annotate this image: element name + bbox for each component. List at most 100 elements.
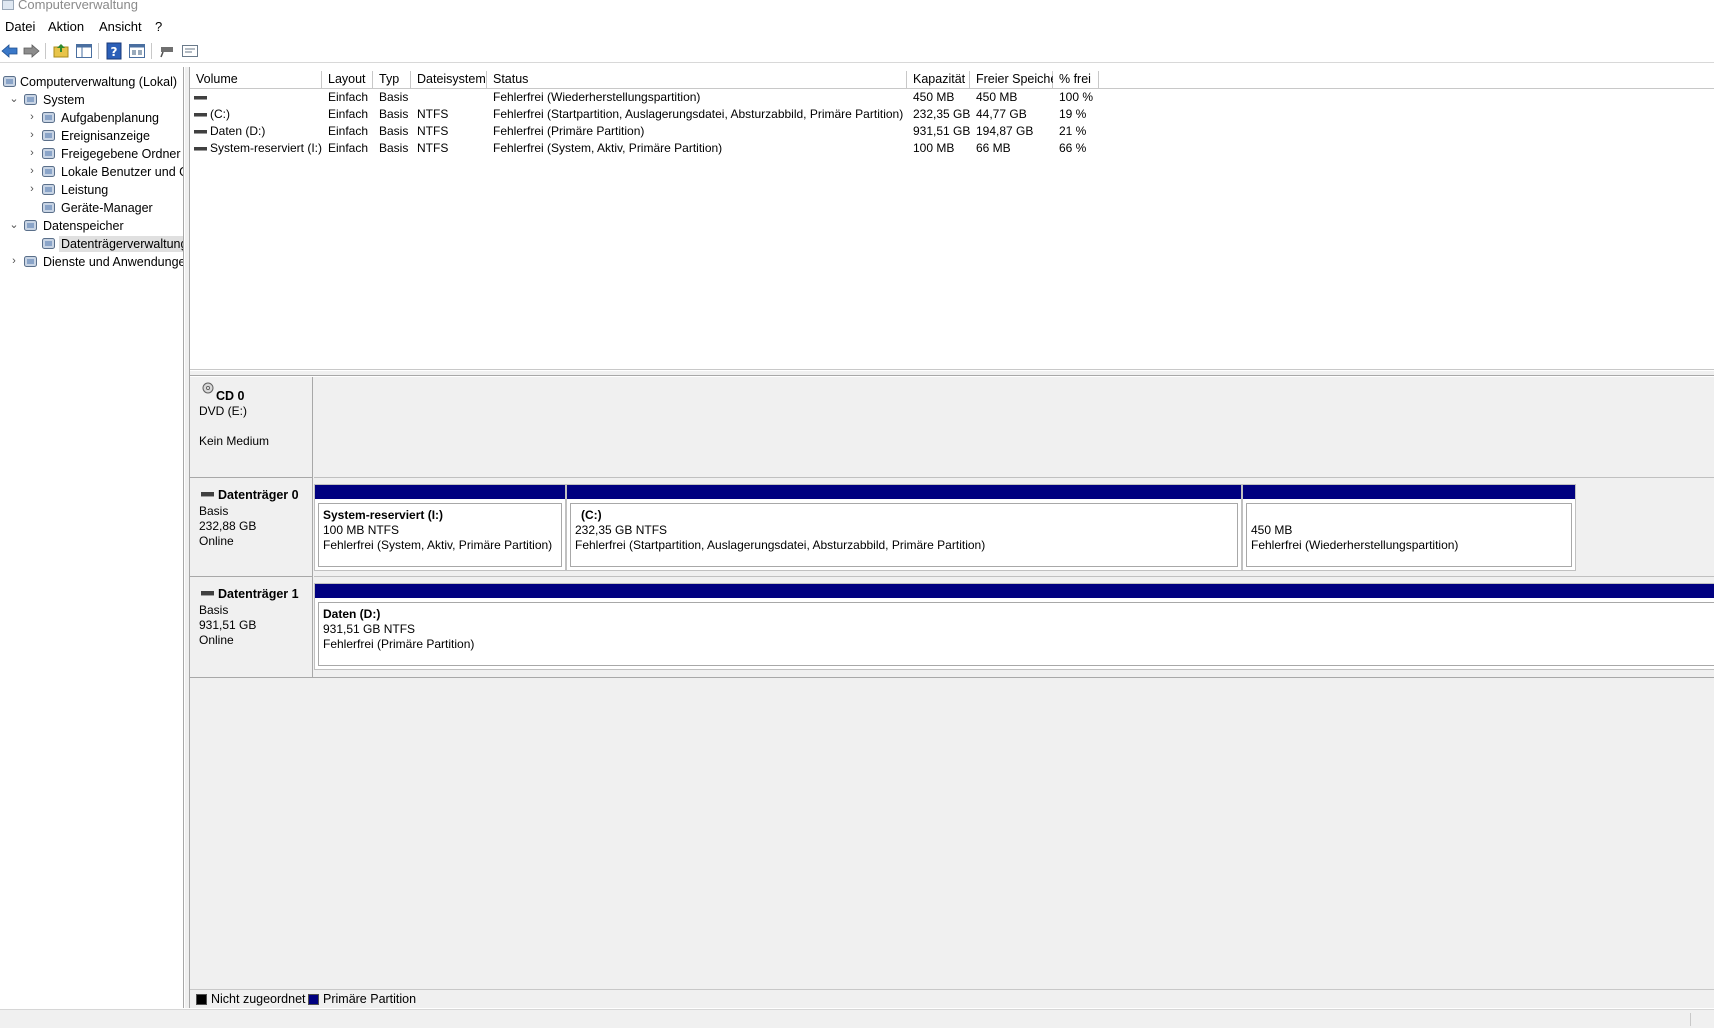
disk-management-icon: [41, 236, 57, 251]
local-users-icon: [41, 164, 57, 179]
table-cell: 19 %: [1059, 107, 1087, 121]
shared-folders-icon: [41, 146, 57, 161]
menu-aktion[interactable]: Aktion: [48, 19, 84, 34]
column-header-freier-speicher[interactable]: Freier Speicher: [970, 71, 1061, 89]
cd-drive-icon: [202, 382, 214, 394]
up-folder-icon[interactable]: [52, 42, 70, 60]
chevron-right-icon[interactable]: ›: [8, 254, 20, 268]
chevron-right-icon[interactable]: ›: [26, 110, 38, 124]
menu-datei[interactable]: Datei: [5, 19, 35, 34]
performance-icon: [41, 182, 57, 197]
column-header-typ[interactable]: Typ: [373, 71, 411, 89]
partition-size: 100 MB NTFS: [323, 523, 400, 537]
table-cell: 44,77 GB: [976, 107, 1027, 121]
connect-icon[interactable]: [158, 42, 176, 60]
disk-info-disk1[interactable]: Datenträger 1 Basis 931,51 GB Online: [190, 577, 313, 678]
status-bar: [0, 1009, 1714, 1028]
row-divider: [314, 576, 1714, 577]
disk-state: Online: [199, 534, 234, 548]
legend-label-unallocated: Nicht zugeordnet: [211, 992, 306, 1006]
partition-title: Daten (D:): [323, 607, 381, 621]
back-icon[interactable]: [1, 42, 19, 60]
device-manager-icon: [41, 200, 57, 215]
partition-daten-d[interactable]: Daten (D:) 931,51 GB NTFS Fehlerfrei (Pr…: [314, 583, 1714, 670]
svg-text:?: ?: [111, 45, 118, 59]
table-row[interactable]: (C:) Einfach Basis NTFS Fehlerfrei (Startpar…: [190, 106, 1714, 123]
column-header-volume[interactable]: Volume: [190, 71, 322, 89]
table-cell: NTFS: [417, 124, 449, 138]
system-tools-icon: [23, 92, 39, 107]
tree-node-label: System: [43, 93, 85, 107]
column-header-prozent-frei[interactable]: % frei: [1053, 71, 1099, 89]
column-header-filler: [1099, 71, 1714, 89]
volume-icon: [194, 147, 207, 151]
table-row[interactable]: Daten (D:) Einfach Basis NTFS Fehlerfrei (Pr…: [190, 123, 1714, 140]
table-cell: NTFS: [417, 141, 449, 155]
partition-recovery[interactable]: 450 MB Fehlerfrei (Wiederherstellungspar…: [1242, 484, 1576, 571]
table-cell: Einfach: [328, 141, 369, 155]
menu-ansicht[interactable]: Ansicht: [99, 19, 142, 34]
partition-c[interactable]: (C:) 232,35 GB NTFS Fehlerfrei (Startpar…: [566, 484, 1242, 571]
table-cell: Basis: [379, 107, 409, 121]
disk-name: CD 0: [216, 389, 245, 403]
table-cell: Fehlerfrei (System, Aktiv, Primäre Parti…: [493, 141, 723, 155]
menu-bar: Datei Aktion Ansicht ?: [0, 17, 1714, 37]
table-cell: Fehlerfrei (Startpartition, Auslagerungs…: [493, 107, 904, 121]
partition-bar: [567, 485, 1241, 499]
disk-type: Basis: [199, 504, 229, 518]
volume-icon: [194, 130, 207, 134]
disk-info-disk0[interactable]: Datenträger 0 Basis 232,88 GB Online: [190, 478, 313, 577]
disk-state: Online: [199, 633, 234, 647]
properties-icon[interactable]: [128, 42, 146, 60]
column-header-kapazitaet[interactable]: Kapazität: [907, 71, 970, 89]
column-header-dateisystem[interactable]: Dateisystem: [411, 71, 487, 89]
task-scheduler-icon: [41, 110, 57, 125]
chevron-down-icon[interactable]: ⌄: [8, 92, 20, 106]
partition-status: Fehlerfrei (System, Aktiv, Primäre Parti…: [323, 538, 553, 552]
column-header-status[interactable]: Status: [487, 71, 907, 89]
table-row[interactable]: System-reserviert (I:) Einfach Basis NTFS Fe…: [190, 140, 1714, 157]
chevron-down-icon[interactable]: ⌄: [8, 218, 20, 232]
volume-list: Volume Layout Typ Dateisystem Status Kap…: [190, 67, 1714, 370]
partition-bar: [315, 584, 1714, 598]
toolbar-separator: [151, 43, 152, 59]
chevron-right-icon[interactable]: ›: [26, 128, 38, 142]
tree-node-label: Datenspeicher: [43, 219, 124, 233]
partition-system-reserviert[interactable]: System-reserviert (I:) 100 MB NTFS Fehle…: [314, 484, 566, 571]
help-icon[interactable]: ?: [105, 42, 123, 60]
partition-bar: [1243, 485, 1575, 499]
column-header-layout[interactable]: Layout: [322, 71, 373, 89]
table-cell: 66 MB: [976, 141, 1011, 155]
partition-size: 450 MB: [1251, 523, 1293, 537]
legend-label-primary: Primäre Partition: [323, 992, 417, 1006]
table-cell: [190, 89, 322, 106]
disk-name: Datenträger 0: [218, 488, 299, 502]
forward-icon[interactable]: [22, 42, 40, 60]
table-row[interactable]: Einfach Basis Fehlerfrei (Wiederherstellun…: [190, 89, 1714, 106]
chevron-right-icon[interactable]: ›: [26, 182, 38, 196]
show-hide-tree-icon[interactable]: [75, 42, 93, 60]
table-cell: System-reserviert (I:): [210, 141, 322, 155]
storage-icon: [23, 218, 39, 233]
table-cell: 194,87 GB: [976, 124, 1034, 138]
tree-node-label: Datenträgerverwaltung: [59, 236, 183, 252]
volume-icon: [194, 96, 207, 100]
chevron-right-icon[interactable]: ›: [26, 164, 38, 178]
tree-node-label: Ereignisanzeige: [61, 129, 150, 143]
disk-type: Basis: [199, 603, 229, 617]
menu-help[interactable]: ?: [155, 19, 162, 34]
disk-graphical-view: CD 0 DVD (E:) Kein Medium Datenträger 0 …: [190, 377, 1714, 989]
disk-size: 232,88 GB: [199, 519, 257, 533]
navigation-tree: Computerverwaltung (Lokal) ⌄ System › Aufgab…: [0, 67, 184, 1008]
settings-icon[interactable]: [181, 42, 199, 60]
horizontal-splitter[interactable]: [190, 371, 1714, 376]
tree-node-label: Dienste und Anwendungen: [43, 255, 184, 269]
partition-status: Fehlerfrei (Wiederherstellungspartition): [1251, 538, 1459, 552]
legend: Nicht zugeordnet Primäre Partition: [190, 989, 1714, 1008]
disk-info-cd0[interactable]: CD 0 DVD (E:) Kein Medium: [190, 377, 313, 478]
hard-disk-icon: [201, 591, 214, 596]
app-icon: [2, 0, 14, 10]
chevron-right-icon[interactable]: ›: [26, 146, 38, 160]
table-cell: 931,51 GB: [913, 124, 970, 138]
